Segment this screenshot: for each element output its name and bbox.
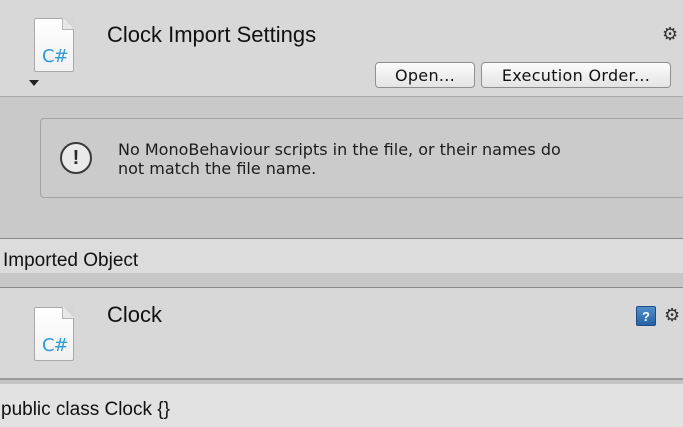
- code-preview-text: public class Clock {}: [1, 399, 170, 420]
- dropdown-arrow-icon[interactable]: [29, 80, 39, 86]
- help-icon[interactable]: ?: [636, 306, 656, 326]
- gear-icon[interactable]: ⚙: [664, 306, 680, 324]
- file-fold: [62, 307, 74, 319]
- csharp-file-icon: C#: [34, 307, 78, 365]
- imported-object-panel: [0, 288, 683, 378]
- warning-text: No MonoBehaviour scripts in the file, or…: [118, 140, 678, 178]
- object-name: Clock: [107, 302, 163, 327]
- page-title: Clock Import Settings: [107, 22, 317, 47]
- file-fold: [62, 18, 74, 30]
- divider: [0, 96, 683, 97]
- open-button[interactable]: Open...: [375, 62, 475, 88]
- csharp-label: C#: [42, 46, 69, 67]
- exclamation-icon: !: [60, 142, 92, 174]
- execution-order-button[interactable]: Execution Order...: [481, 62, 671, 88]
- csharp-file-icon: C#: [34, 18, 78, 76]
- csharp-label: C#: [42, 335, 69, 356]
- warning-line-2: not match the file name.: [118, 159, 317, 178]
- divider: [0, 273, 683, 287]
- section-label: Imported Object: [3, 250, 139, 271]
- warning-line-1: No MonoBehaviour scripts in the file, or…: [118, 140, 561, 159]
- gear-icon[interactable]: ⚙: [662, 25, 678, 43]
